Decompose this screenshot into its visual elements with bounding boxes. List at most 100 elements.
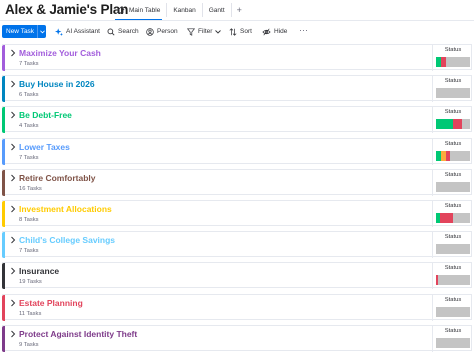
status-column: Status bbox=[432, 232, 472, 259]
status-column-header: Status bbox=[444, 171, 462, 178]
person-button[interactable]: Person bbox=[146, 25, 178, 38]
status-segment bbox=[436, 119, 453, 130]
status-summary-bar[interactable] bbox=[436, 306, 470, 317]
search-icon bbox=[107, 28, 115, 36]
sort-button[interactable]: Sort bbox=[229, 25, 252, 38]
status-column: Status bbox=[432, 201, 472, 227]
group-color-bar bbox=[2, 325, 5, 352]
group-row[interactable]: Protect Against Identity Theft 9 Tasks Sta… bbox=[2, 324, 472, 352]
group-title[interactable]: Child's College Savings bbox=[19, 235, 115, 245]
status-segment bbox=[440, 213, 453, 223]
chevron-right-icon[interactable] bbox=[10, 330, 16, 338]
group-task-count: 16 Tasks bbox=[19, 185, 42, 192]
group-row[interactable]: Be Debt-Free 4 Tasks Status bbox=[2, 106, 472, 134]
sort-label: Sort bbox=[240, 28, 252, 35]
ai-assistant-button[interactable]: AI Assistant bbox=[55, 25, 100, 38]
status-column: Status bbox=[432, 138, 472, 165]
chevron-right-icon[interactable] bbox=[10, 174, 16, 182]
group-row[interactable]: Lower Taxes 7 Tasks Status bbox=[2, 137, 472, 165]
tab-label: Kanban bbox=[173, 6, 196, 14]
add-view-button[interactable]: + bbox=[232, 5, 247, 15]
group-row[interactable]: Retire Comfortably 16 Tasks Status bbox=[2, 168, 472, 196]
status-column-header: Status bbox=[444, 265, 462, 272]
status-column-header: Status bbox=[444, 234, 462, 241]
group-title[interactable]: Protect Against Identity Theft bbox=[19, 329, 137, 339]
hide-label: Hide bbox=[274, 28, 288, 35]
group-color-bar bbox=[2, 76, 5, 103]
person-label: Person bbox=[157, 28, 178, 35]
status-summary-bar[interactable] bbox=[436, 244, 470, 255]
tab-gantt[interactable]: Gantt bbox=[203, 3, 232, 17]
group-row[interactable]: Investment Allocations 8 Tasks Status bbox=[2, 200, 472, 227]
filter-label: Filter bbox=[198, 28, 213, 35]
chevron-right-icon[interactable] bbox=[10, 299, 16, 307]
status-column: Status bbox=[432, 294, 472, 321]
chevron-right-icon[interactable] bbox=[10, 49, 16, 57]
chevron-right-icon[interactable] bbox=[10, 205, 16, 213]
group-row[interactable]: Maximize Your Cash 7 Tasks Status bbox=[2, 44, 472, 71]
status-summary-bar[interactable] bbox=[436, 181, 470, 192]
tab-main-table[interactable]: Main Table bbox=[111, 3, 168, 20]
status-column-header: Status bbox=[444, 109, 462, 116]
ai-assistant-label: AI Assistant bbox=[66, 28, 100, 35]
chevron-right-icon[interactable] bbox=[10, 80, 16, 88]
group-task-count: 7 Tasks bbox=[19, 248, 39, 255]
chevron-right-icon[interactable] bbox=[10, 236, 16, 244]
status-column: Status bbox=[432, 263, 472, 290]
group-color-bar bbox=[2, 201, 5, 227]
group-row[interactable]: Estate Planning 11 Tasks Status bbox=[2, 293, 472, 321]
board-title[interactable]: Alex & Jamie's Plan bbox=[5, 2, 128, 17]
group-title[interactable]: Be Debt-Free bbox=[19, 110, 72, 120]
chevron-right-icon[interactable] bbox=[10, 111, 16, 119]
status-summary-bar[interactable] bbox=[436, 337, 470, 348]
group-color-bar bbox=[2, 294, 5, 321]
group-row[interactable]: Buy House in 2026 6 Tasks Status bbox=[2, 75, 472, 103]
chevron-right-icon[interactable] bbox=[10, 267, 16, 275]
new-task-button[interactable]: New Task bbox=[2, 25, 46, 38]
status-column-header: Status bbox=[444, 140, 462, 147]
group-task-count: 7 Tasks bbox=[19, 61, 39, 67]
more-options-icon[interactable]: ··· bbox=[299, 23, 308, 36]
chevron-right-icon[interactable] bbox=[10, 143, 16, 151]
group-title[interactable]: Maximize Your Cash bbox=[19, 48, 101, 58]
status-summary-bar[interactable] bbox=[436, 150, 470, 161]
group-color-bar bbox=[2, 232, 5, 259]
new-task-label: New Task bbox=[6, 28, 35, 35]
group-title[interactable]: Retire Comfortably bbox=[19, 173, 96, 183]
filter-button[interactable]: Filter bbox=[187, 25, 224, 38]
group-title[interactable]: Lower Taxes bbox=[19, 142, 70, 152]
status-column: Status bbox=[432, 325, 472, 352]
eye-off-icon bbox=[262, 28, 271, 35]
hide-button[interactable]: Hide bbox=[262, 25, 287, 38]
chevron-down-icon[interactable] bbox=[215, 29, 222, 34]
status-column-header: Status bbox=[444, 327, 462, 334]
status-summary-bar[interactable] bbox=[436, 57, 470, 67]
group-title[interactable]: Buy House in 2026 bbox=[19, 79, 95, 89]
status-summary-bar[interactable] bbox=[436, 213, 470, 223]
search-label: Search bbox=[118, 28, 139, 35]
group-color-bar bbox=[2, 138, 5, 165]
sort-icon bbox=[229, 27, 237, 36]
group-row[interactable]: Insurance 19 Tasks Status bbox=[2, 262, 472, 290]
group-title[interactable]: Estate Planning bbox=[19, 298, 83, 308]
group-task-count: 4 Tasks bbox=[19, 123, 39, 130]
tab-kanban[interactable]: Kanban bbox=[167, 3, 203, 17]
group-task-count: 8 Tasks bbox=[19, 217, 39, 223]
group-color-bar bbox=[2, 263, 5, 290]
status-segment bbox=[453, 119, 462, 130]
status-summary-bar[interactable] bbox=[436, 88, 470, 99]
group-task-count: 9 Tasks bbox=[19, 341, 39, 348]
chevron-down-icon[interactable] bbox=[37, 25, 46, 38]
group-row[interactable]: Child's College Savings 7 Tasks Status bbox=[2, 231, 472, 259]
status-column: Status bbox=[432, 169, 472, 196]
status-column: Status bbox=[432, 107, 472, 134]
group-color-bar bbox=[2, 45, 5, 71]
group-title[interactable]: Insurance bbox=[19, 266, 59, 276]
status-column-header: Status bbox=[444, 296, 462, 303]
group-title[interactable]: Investment Allocations bbox=[19, 204, 112, 214]
person-icon bbox=[146, 27, 154, 36]
search-button[interactable]: Search bbox=[107, 25, 139, 38]
group-task-count: 19 Tasks bbox=[19, 279, 42, 286]
status-summary-bar[interactable] bbox=[436, 275, 470, 286]
status-summary-bar[interactable] bbox=[436, 119, 470, 130]
